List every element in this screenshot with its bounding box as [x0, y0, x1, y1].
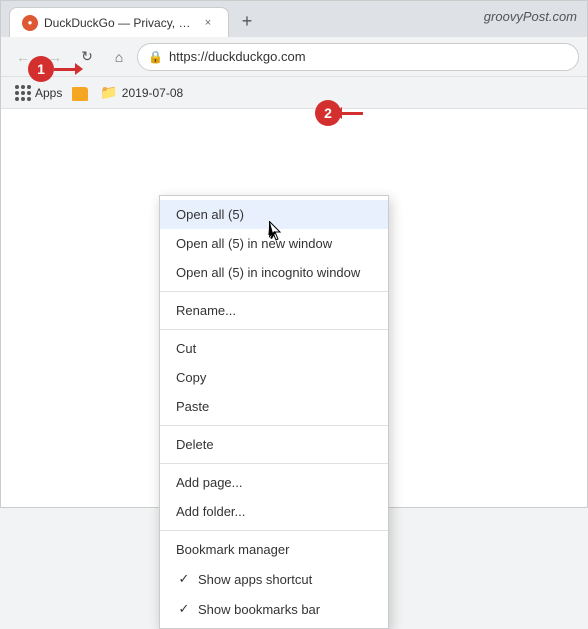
nav-bar: ← → ↻ ⌂ 🔒 https://duckduckgo.com [1, 37, 587, 77]
apps-button[interactable]: Apps [11, 83, 66, 103]
folder-color-swatch [72, 87, 88, 101]
menu-item-rename-label: Rename... [176, 303, 236, 318]
groovy-post-text: groovyPost.com [484, 9, 577, 24]
menu-separator-5 [160, 530, 388, 531]
address-bar[interactable]: 🔒 https://duckduckgo.com [137, 43, 579, 71]
menu-separator-3 [160, 425, 388, 426]
page-content: Open all (5) Open all (5) in new window … [1, 109, 587, 507]
folder-name: 2019-07-08 [122, 86, 183, 100]
address-text: https://duckduckgo.com [169, 49, 306, 64]
menu-item-add-page-label: Add page... [176, 475, 243, 490]
home-button[interactable]: ⌂ [105, 43, 133, 71]
menu-item-copy-label: Copy [176, 370, 206, 385]
menu-item-show-apps[interactable]: ✓ Show apps shortcut [160, 564, 388, 594]
menu-item-delete[interactable]: Delete [160, 430, 388, 459]
tab-close-button[interactable]: × [200, 15, 216, 31]
menu-item-delete-label: Delete [176, 437, 214, 452]
lock-icon: 🔒 [148, 50, 163, 64]
menu-item-paste-label: Paste [176, 399, 209, 414]
tab-bar: DuckDuckGo — Privacy, simplifi... × + gr… [1, 1, 587, 37]
menu-item-open-all-new-window[interactable]: Open all (5) in new window [160, 229, 388, 258]
menu-item-show-apps-label: Show apps shortcut [198, 572, 312, 587]
menu-item-open-all-label: Open all (5) [176, 207, 244, 222]
menu-separator-2 [160, 329, 388, 330]
context-menu: Open all (5) Open all (5) in new window … [159, 195, 389, 629]
menu-separator-4 [160, 463, 388, 464]
bookmark-folder[interactable]: 📁 2019-07-08 [94, 82, 189, 103]
folder-icon: 📁 [100, 84, 117, 101]
reload-button[interactable]: ↻ [73, 43, 101, 71]
menu-item-bookmark-manager[interactable]: Bookmark manager [160, 535, 388, 564]
menu-item-add-folder-label: Add folder... [176, 504, 245, 519]
forward-button[interactable]: → [41, 43, 69, 71]
menu-item-open-all[interactable]: Open all (5) [160, 200, 388, 229]
menu-item-copy[interactable]: Copy [160, 363, 388, 392]
back-button[interactable]: ← [9, 43, 37, 71]
menu-item-open-all-new-window-label: Open all (5) in new window [176, 236, 332, 251]
tab-title: DuckDuckGo — Privacy, simplifi... [44, 16, 194, 30]
menu-item-paste[interactable]: Paste [160, 392, 388, 421]
bookmarks-bar: Apps 📁 2019-07-08 [1, 77, 587, 109]
apps-label: Apps [35, 86, 62, 100]
apps-grid-icon [15, 85, 31, 101]
menu-item-open-all-incognito[interactable]: Open all (5) in incognito window [160, 258, 388, 287]
menu-item-add-folder[interactable]: Add folder... [160, 497, 388, 526]
menu-item-open-all-incognito-label: Open all (5) in incognito window [176, 265, 360, 280]
tab-favicon [22, 15, 38, 31]
menu-item-rename[interactable]: Rename... [160, 296, 388, 325]
menu-item-show-bookmarks-label: Show bookmarks bar [198, 602, 320, 617]
menu-item-cut-label: Cut [176, 341, 196, 356]
browser-window: DuckDuckGo — Privacy, simplifi... × + gr… [0, 0, 588, 508]
menu-item-show-bookmarks[interactable]: ✓ Show bookmarks bar [160, 594, 388, 624]
check-icon-show-apps: ✓ [176, 571, 192, 587]
menu-item-bookmark-manager-label: Bookmark manager [176, 542, 289, 557]
menu-separator-1 [160, 291, 388, 292]
new-tab-button[interactable]: + [233, 7, 261, 35]
check-icon-show-bookmarks: ✓ [176, 601, 192, 617]
menu-item-add-page[interactable]: Add page... [160, 468, 388, 497]
menu-item-cut[interactable]: Cut [160, 334, 388, 363]
active-tab[interactable]: DuckDuckGo — Privacy, simplifi... × [9, 7, 229, 37]
